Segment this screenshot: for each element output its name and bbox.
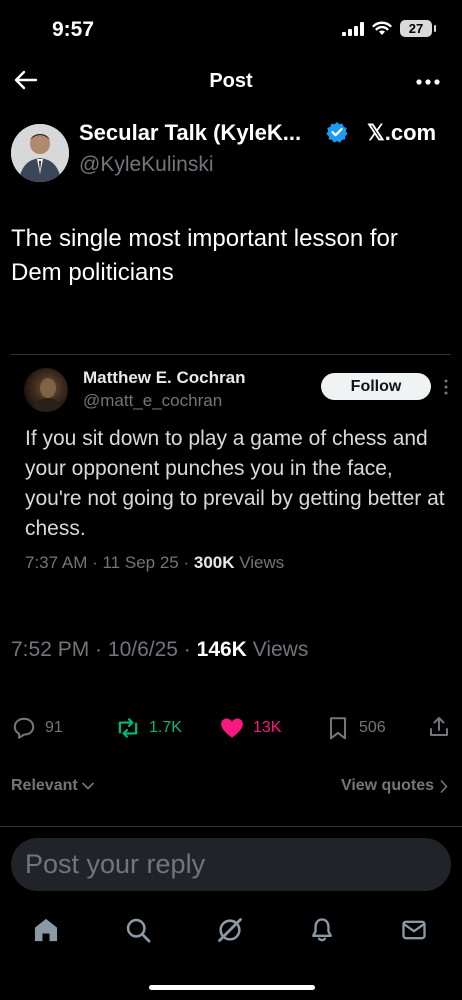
quote-time: 7:37 AM [25, 553, 88, 572]
tab-grok[interactable] [214, 914, 246, 946]
reply-count: 91 [45, 719, 63, 736]
tab-notifications[interactable] [306, 914, 338, 946]
quote-views-label: Views [239, 553, 285, 572]
author-name[interactable]: Secular Talk (KyleK... [79, 120, 301, 146]
wifi-icon [372, 21, 392, 35]
reply-input[interactable] [11, 838, 451, 891]
sort-label: Relevant [11, 777, 78, 794]
cellular-signal-icon [342, 21, 364, 36]
tab-search[interactable] [122, 914, 154, 946]
reply-button[interactable]: 91 [11, 715, 63, 741]
verified-badge-icon [326, 121, 348, 148]
bookmark-button[interactable]: 506 [325, 715, 386, 741]
grok-icon [218, 918, 242, 942]
follow-button[interactable]: Follow [321, 373, 431, 400]
quote-views-count: 300K [193, 553, 235, 572]
repost-count: 1.7K [149, 719, 182, 736]
more-vertical-icon [444, 379, 448, 395]
post-date: 10/6/25 [107, 638, 178, 661]
quote-more-options-button[interactable] [441, 377, 451, 397]
quote-author-avatar[interactable] [24, 368, 68, 412]
post-views-label[interactable]: Views [253, 638, 309, 661]
post-text: The single most important lesson for Dem… [11, 225, 398, 286]
home-indicator [149, 985, 315, 990]
view-quotes-label: View quotes [340, 777, 434, 794]
more-options-button[interactable] [412, 66, 444, 98]
tab-messages[interactable] [398, 914, 430, 946]
quote-text: If you sit down to play a game of chess … [25, 427, 445, 540]
quote-avatar-image [30, 378, 64, 412]
repost-button[interactable]: 1.7K [115, 715, 182, 741]
more-horizontal-icon [416, 79, 440, 85]
tab-home[interactable] [30, 914, 62, 946]
chevron-down-icon [81, 782, 94, 790]
source-label: 𝕏.com [367, 120, 437, 145]
bookmark-icon [329, 717, 347, 740]
chevron-right-icon [440, 779, 448, 793]
share-icon [430, 717, 448, 736]
like-count: 13K [253, 719, 282, 736]
reply-icon [13, 717, 35, 739]
sort-relevant-dropdown[interactable]: Relevant [11, 777, 94, 795]
heart-filled-icon [221, 718, 243, 738]
quote-date: 11 Sep 25 [102, 553, 179, 572]
bookmark-count: 506 [359, 719, 386, 736]
search-icon [126, 918, 151, 943]
like-button[interactable]: 13K [219, 715, 281, 741]
author-handle[interactable]: @KyleKulinski [79, 153, 214, 177]
home-icon [34, 918, 58, 942]
repost-icon [118, 718, 138, 738]
author-avatar-image [11, 124, 69, 182]
post-views-count: 146K [196, 638, 247, 661]
page-title: Post [209, 70, 253, 92]
author-avatar[interactable] [11, 124, 69, 182]
post-time: 7:52 PM [11, 638, 90, 661]
quote-author-name[interactable]: Matthew E. Cochran [83, 368, 245, 388]
quote-meta: 7:37 AM · 11 Sep 25 · 300K Views [25, 553, 285, 572]
quote-author-handle[interactable]: @matt_e_cochran [83, 391, 222, 411]
view-quotes-link[interactable]: View quotes [341, 777, 448, 795]
bell-icon [312, 918, 332, 942]
battery-indicator: 27 [400, 20, 436, 37]
divider [0, 826, 462, 827]
status-icons: 27 [342, 20, 436, 37]
post-meta: 7:52 PM · 10/6/25 · 146K Views [11, 638, 309, 661]
envelope-icon [402, 920, 426, 940]
share-button[interactable] [427, 715, 451, 739]
battery-level: 27 [408, 21, 424, 36]
status-time: 9:57 [52, 18, 95, 41]
